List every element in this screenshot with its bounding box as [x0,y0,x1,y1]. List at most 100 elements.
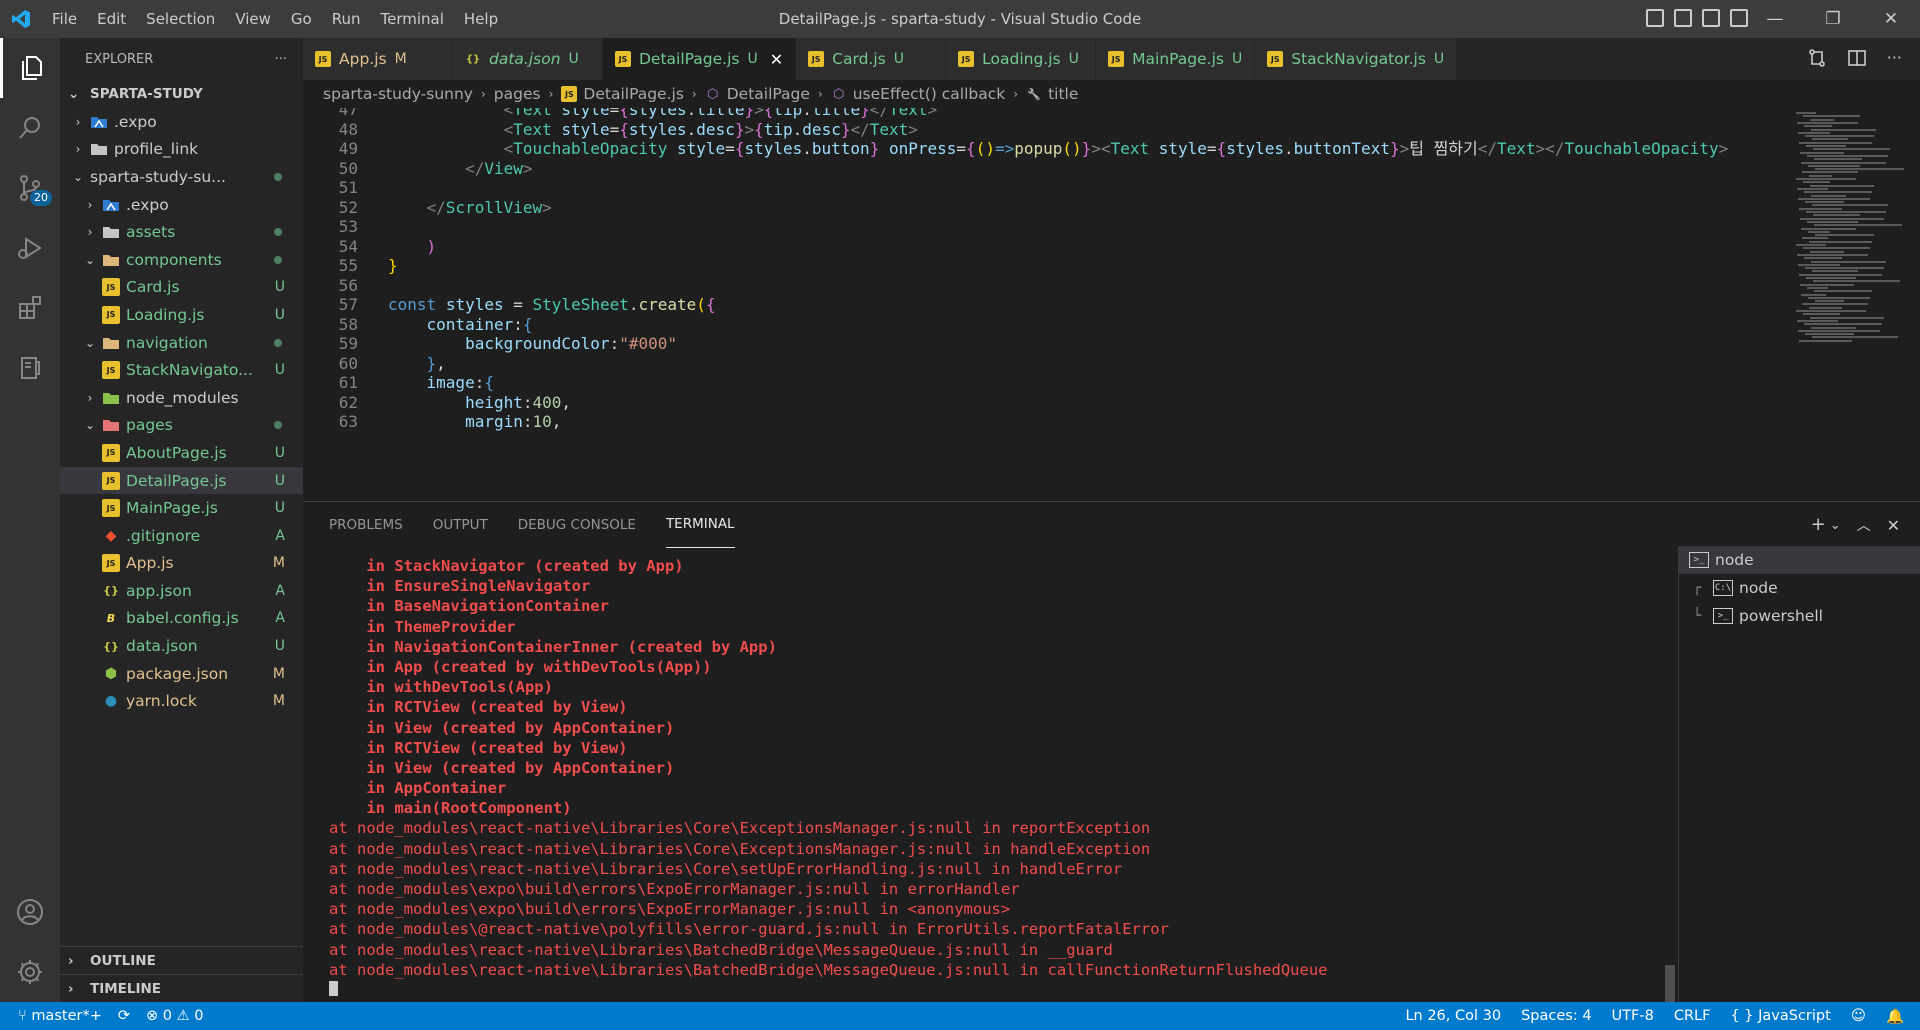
panel-tab-output[interactable]: OUTPUT [433,502,488,548]
breadcrumb-item[interactable]: ⬡ useEffect() callback [831,85,1005,103]
menu-item-file[interactable]: File [42,0,87,38]
sync-icon[interactable]: ⟳ [118,1008,130,1024]
menu-item-go[interactable]: Go [281,0,322,38]
menu-item-view[interactable]: View [225,0,281,38]
tree-item-app-js[interactable]: JS App.js M [60,550,303,578]
breadcrumb-item[interactable]: ⬡ DetailPage [705,85,810,103]
source-control-icon[interactable]: 20 [0,158,60,218]
tree-item-navigation[interactable]: ⌄ navigation [60,329,303,357]
menu-item-terminal[interactable]: Terminal [371,0,454,38]
menu-item-edit[interactable]: Edit [87,0,136,38]
toggle-sidebar-icon[interactable] [1646,9,1664,27]
outline-section[interactable]: › OUTLINE [60,946,303,974]
tree-item-profile-link[interactable]: › profile_link [60,136,303,164]
menu-item-help[interactable]: Help [454,0,508,38]
split-editor-icon[interactable] [1847,48,1867,68]
terminal-icon: >_ [1689,552,1709,568]
tree-item-app-json[interactable]: {} app.json A [60,577,303,605]
tree-item-stacknavigato[interactable]: JS StackNavigato... U [60,356,303,384]
cursor-position[interactable]: Ln 26, Col 30 [1405,1008,1501,1024]
terminal-prompt[interactable] [329,980,1699,996]
tree-item-pages[interactable]: ⌄ pages [60,412,303,440]
line-number: 63 [338,412,358,431]
tab-mainpage-js[interactable]: JS MainPage.js U [1096,38,1256,80]
toggle-secondary-sidebar-icon[interactable] [1702,9,1720,27]
manage-gear-icon[interactable] [0,942,60,1002]
terminal-instance-powershell[interactable]: └ >_ powershell [1679,602,1920,630]
branch-name: master*+ [31,1008,102,1024]
encoding[interactable]: UTF-8 [1612,1008,1654,1024]
scm-badge: 20 [30,190,52,206]
menu-item-run[interactable]: Run [322,0,371,38]
git-status-badge: U [274,444,285,461]
notifications-bell-icon[interactable]: 🔔 [1886,1008,1904,1025]
extensions-icon[interactable] [0,278,60,338]
restore-icon[interactable]: ❐ [1804,0,1862,38]
search-icon[interactable] [0,98,60,158]
folder-open-icon [102,251,120,269]
run-debug-icon[interactable] [0,218,60,278]
tab-data-json[interactable]: {} data.json U [453,38,603,80]
close-panel-icon[interactable]: ✕ [1887,514,1900,538]
tree-item-card-js[interactable]: JS Card.js U [60,274,303,302]
breadcrumb-item[interactable]: sparta-study-sunny [323,85,473,103]
tab-detailpage-js[interactable]: JS DetailPage.js U ✕ [603,38,797,80]
explorer-icon[interactable] [0,38,60,98]
breadcrumb-item[interactable]: pages [494,85,541,103]
panel-tab-terminal[interactable]: TERMINAL [665,502,735,548]
panel-tab-debug-console[interactable]: DEBUG CONSOLE [518,502,636,548]
tree-item-expo[interactable]: › .expo [60,191,303,219]
open-changes-icon[interactable] [1807,48,1827,68]
tree-item-expo[interactable]: › .expo [60,108,303,136]
tree-item-loading-js[interactable]: JS Loading.js U [60,301,303,329]
new-terminal-icon[interactable]: + [1811,514,1826,538]
timeline-section[interactable]: › TIMELINE [60,974,303,1002]
tree-item-assets[interactable]: › assets [60,218,303,246]
close-window-icon[interactable]: ✕ [1862,0,1920,38]
tree-item-data-json[interactable]: {} data.json U [60,632,303,660]
terminal-instance-node[interactable]: ┌ C:\ node [1679,574,1920,602]
maximize-panel-icon[interactable]: ︿ [1857,514,1871,538]
tree-item-components[interactable]: ⌄ components [60,246,303,274]
tab-loading-js[interactable]: JS Loading.js U [946,38,1097,80]
tree-item-node-modules[interactable]: › node_modules [60,384,303,412]
terminal-output[interactable]: in StackNavigator (created by App) in En… [329,556,1699,996]
chevron-down-icon[interactable]: ⌄ [1830,514,1841,538]
tree-item-gitignore[interactable]: ◆ .gitignore A [60,522,303,550]
minimize-icon[interactable]: — [1746,0,1804,38]
code-editor[interactable]: 47 <Text style={styles.title}>{tip.title… [303,108,1920,501]
terminal-scrollbar[interactable] [1665,965,1675,1003]
tree-item-sparta-study-su[interactable]: ⌄ sparta-study-su... [60,163,303,191]
language-mode[interactable]: { } JavaScript [1730,1008,1830,1024]
breadcrumb-item[interactable]: JS DetailPage.js [561,85,684,103]
minimap-line [1805,267,1884,270]
tree-item-detailpage-js[interactable]: JS DetailPage.js U [60,466,303,495]
minimap[interactable] [1792,108,1904,501]
panel-tab-problems[interactable]: PROBLEMS [329,502,403,548]
tree-item-yarn-lock[interactable]: ● yarn.lock M [60,687,303,715]
close-tab-icon[interactable]: ✕ [770,50,783,69]
tab-card-js[interactable]: JS Card.js U [796,38,947,80]
more-actions-icon[interactable]: ··· [1887,48,1902,68]
more-actions-icon[interactable]: ··· [275,52,287,67]
tree-item-mainpage-js[interactable]: JS MainPage.js U [60,494,303,522]
problems-indicator[interactable]: ⊗ 0 ⚠ 0 [146,1008,203,1024]
tab-stacknavigator-js[interactable]: JS StackNavigator.js U [1255,38,1458,80]
tree-item-aboutpage-js[interactable]: JS AboutPage.js U [60,439,303,467]
accounts-icon[interactable] [0,882,60,942]
branch-indicator[interactable]: ⑂ master*+ [18,1008,102,1024]
tree-item-babel-config-js[interactable]: Bbabel.config.js A [60,605,303,633]
breadcrumb-item[interactable]: 🔧 title [1026,85,1078,103]
terminal-instance-node[interactable]: >_ node [1679,546,1920,574]
tree-item-package-json[interactable]: ⬢ package.json M [60,660,303,688]
menu-item-selection[interactable]: Selection [136,0,225,38]
indentation[interactable]: Spaces: 4 [1521,1008,1591,1024]
line-ending[interactable]: CRLF [1674,1008,1711,1024]
workspace-root[interactable]: ⌄ SPARTA-STUDY [60,80,303,108]
toggle-panel-icon[interactable] [1674,9,1692,27]
tab-app-js[interactable]: JS App.js M [303,38,453,80]
explorer-title: EXPLORER [85,51,154,67]
remote-explorer-icon[interactable] [0,338,60,398]
minimap-line [1811,128,1876,131]
feedback-icon[interactable]: ☺ [1851,1008,1866,1024]
